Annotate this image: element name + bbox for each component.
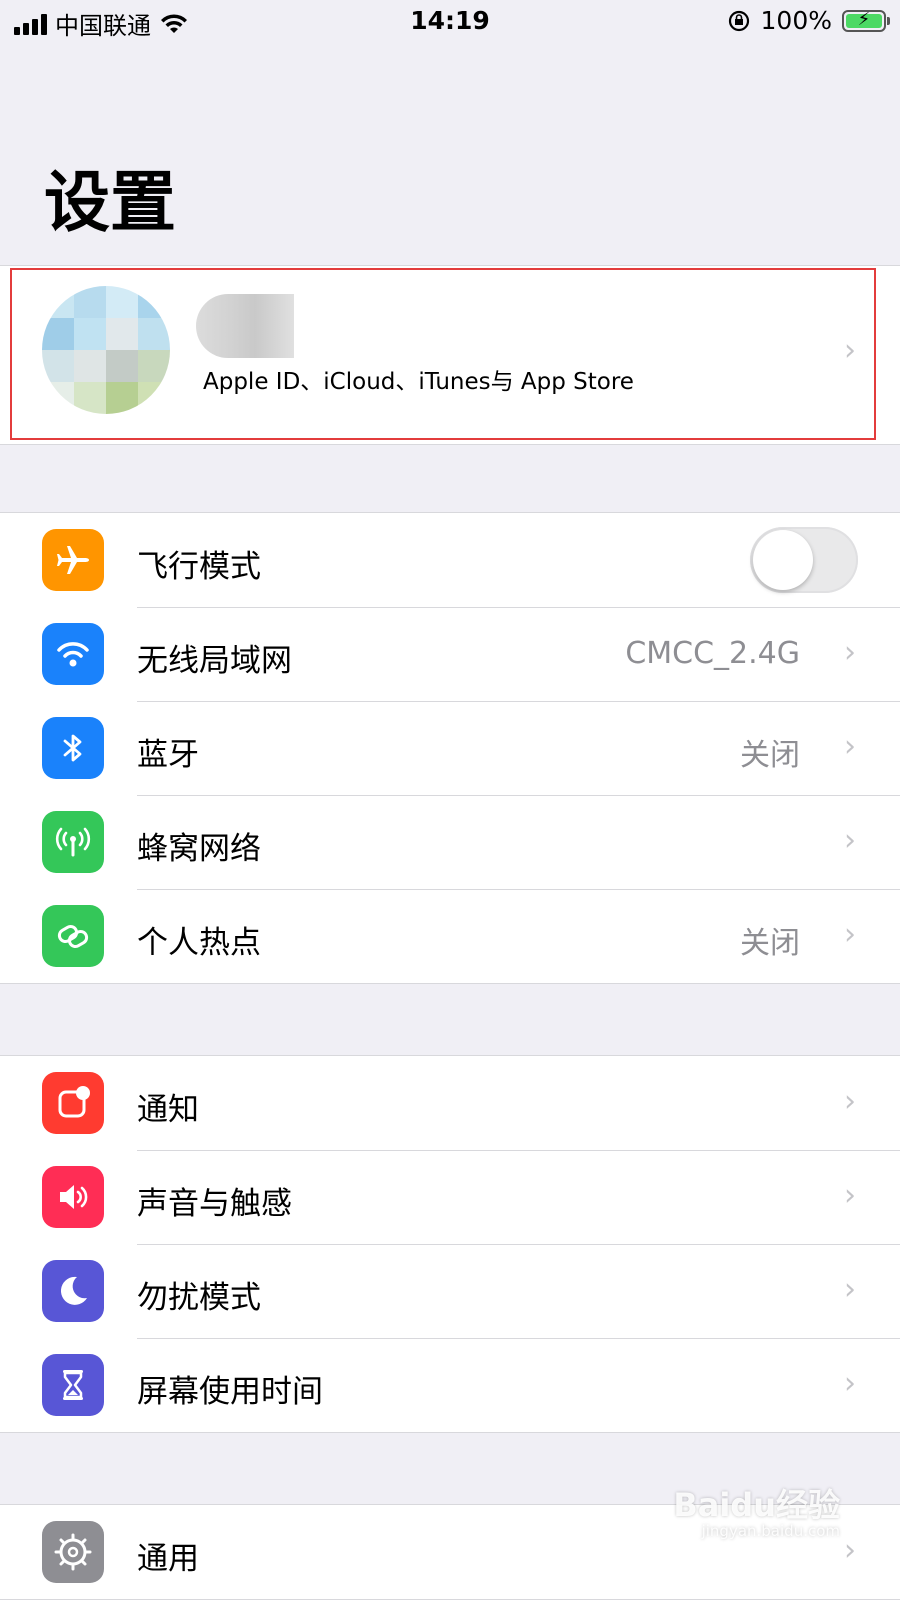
- row-value: 关闭: [740, 738, 800, 773]
- bluetooth-icon: [42, 717, 104, 779]
- chevron-right-icon: ›: [844, 729, 856, 764]
- bolt-icon: ⚡: [857, 8, 871, 30]
- row-label: 飞行模式: [137, 549, 261, 585]
- chevron-right-icon: ›: [844, 1533, 856, 1568]
- settings-row-wifi[interactable]: 无线局域网 CMCC_2.4G ›: [0, 607, 900, 701]
- status-right: 100% ⚡: [727, 6, 890, 35]
- chevron-right-icon: ›: [844, 823, 856, 858]
- settings-row-bluetooth[interactable]: 蓝牙 关闭 ›: [0, 701, 900, 795]
- orientation-lock-icon: [728, 10, 749, 31]
- settings-row-do-not-disturb[interactable]: 勿扰模式 ›: [0, 1244, 900, 1338]
- settings-row-sounds[interactable]: 声音与触感 ›: [0, 1150, 900, 1244]
- settings-row-hotspot[interactable]: 个人热点 关闭 ›: [0, 889, 900, 983]
- moon-icon: [42, 1260, 104, 1322]
- airplane-icon: [42, 529, 104, 591]
- watermark-url: jingyan.baidu.com: [701, 1522, 840, 1540]
- apple-id-subtitle: Apple ID、iCloud、iTunes与 App Store: [203, 369, 634, 395]
- toggle-knob: [753, 530, 813, 590]
- row-label: 通知: [137, 1092, 199, 1128]
- chevron-right-icon: ›: [844, 1178, 856, 1213]
- row-label: 声音与触感: [137, 1186, 292, 1222]
- settings-row-screen-time[interactable]: 屏幕使用时间 ›: [0, 1338, 900, 1432]
- notification-icon: [42, 1072, 104, 1134]
- row-label: 通用: [137, 1541, 199, 1577]
- settings-group-notifications: 通知 › 声音与触感 › 勿扰模式 › 屏幕使用时间 ›: [0, 1055, 900, 1433]
- settings-group-connectivity: 飞行模式 无线局域网 CMCC_2.4G › 蓝牙 关闭 › 蜂窝网络 › 个人…: [0, 512, 900, 984]
- battery-percent: 100%: [760, 6, 832, 35]
- chevron-right-icon: ›: [844, 1272, 856, 1307]
- hourglass-icon: [42, 1354, 104, 1416]
- page-title: 设置: [44, 164, 176, 241]
- row-label: 蜂窝网络: [137, 831, 261, 867]
- wifi-icon: [42, 623, 104, 685]
- chevron-right-icon: ›: [844, 1366, 856, 1401]
- row-label: 勿扰模式: [137, 1280, 261, 1316]
- hotspot-icon: [42, 905, 104, 967]
- speaker-icon: [42, 1166, 104, 1228]
- settings-row-airplane-mode[interactable]: 飞行模式: [0, 513, 900, 607]
- gear-icon: [42, 1521, 104, 1583]
- row-label: 蓝牙: [137, 737, 199, 773]
- status-bar: 中国联通 14:19 100% ⚡: [0, 0, 900, 46]
- chevron-right-icon: ›: [844, 917, 856, 952]
- row-label: 无线局域网: [137, 643, 292, 679]
- row-value: 关闭: [740, 926, 800, 961]
- chevron-right-icon: ›: [844, 635, 856, 670]
- chevron-right-icon: ›: [844, 333, 856, 368]
- watermark-logo: Baidu经验: [673, 1486, 840, 1524]
- row-value: CMCC_2.4G: [625, 636, 800, 671]
- battery-charging-icon: ⚡: [842, 8, 890, 32]
- apple-id-card[interactable]: Apple ID、iCloud、iTunes与 App Store ›: [0, 265, 900, 445]
- settings-row-notifications[interactable]: 通知 ›: [0, 1056, 900, 1150]
- row-label: 个人热点: [137, 925, 261, 961]
- account-name-blurred: [196, 294, 294, 358]
- settings-row-cellular[interactable]: 蜂窝网络 ›: [0, 795, 900, 889]
- row-label: 屏幕使用时间: [137, 1374, 323, 1410]
- airplane-mode-toggle[interactable]: [750, 527, 858, 593]
- avatar: [42, 286, 170, 414]
- chevron-right-icon: ›: [844, 1084, 856, 1119]
- antenna-icon: [42, 811, 104, 873]
